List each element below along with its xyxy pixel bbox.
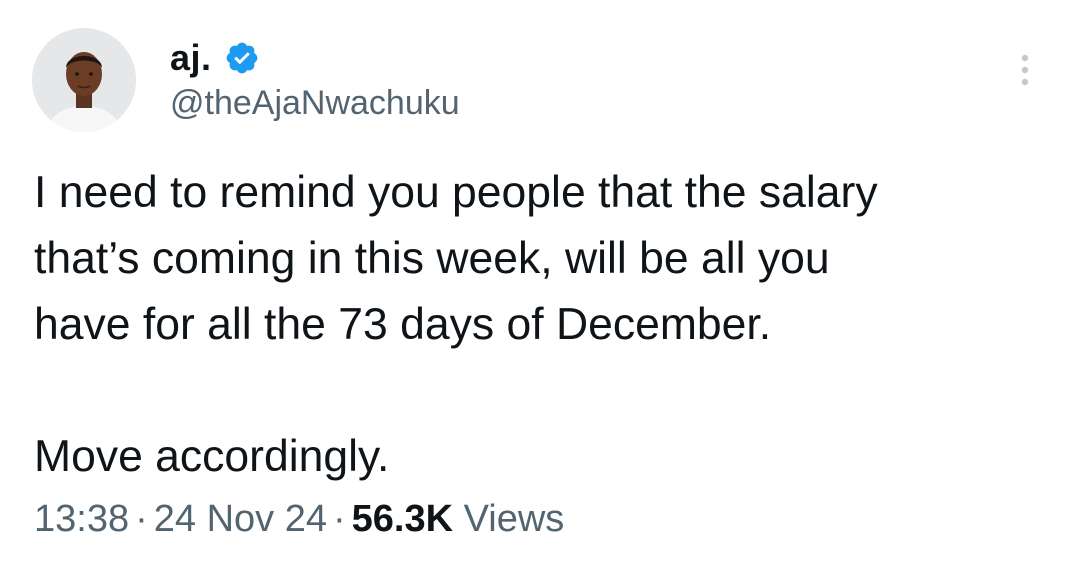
tweet-time[interactable]: 13:38 — [34, 498, 129, 540]
author-handle[interactable]: @theAjaNwachuku — [170, 84, 460, 123]
meta-separator: · — [332, 498, 346, 540]
profile-photo-icon — [32, 28, 136, 132]
tweet-card: aj. @theAjaNwachuku I need to remind you… — [0, 0, 1080, 576]
author-display-name[interactable]: aj. — [170, 37, 212, 79]
more-vertical-icon[interactable] — [1010, 50, 1040, 90]
tweet-text: I need to remind you people that the sal… — [34, 168, 878, 481]
avatar[interactable] — [32, 28, 136, 132]
tweet-meta: 13:38 · 24 Nov 24 · 56.3K Views — [34, 498, 564, 541]
views-count: 56.3K — [351, 498, 454, 540]
meta-separator: · — [135, 498, 148, 540]
verified-badge-icon — [224, 40, 260, 76]
author-name-row[interactable]: aj. — [170, 34, 260, 82]
tweet-date[interactable]: 24 Nov 24 — [154, 498, 327, 540]
views-label: Views — [463, 498, 565, 540]
